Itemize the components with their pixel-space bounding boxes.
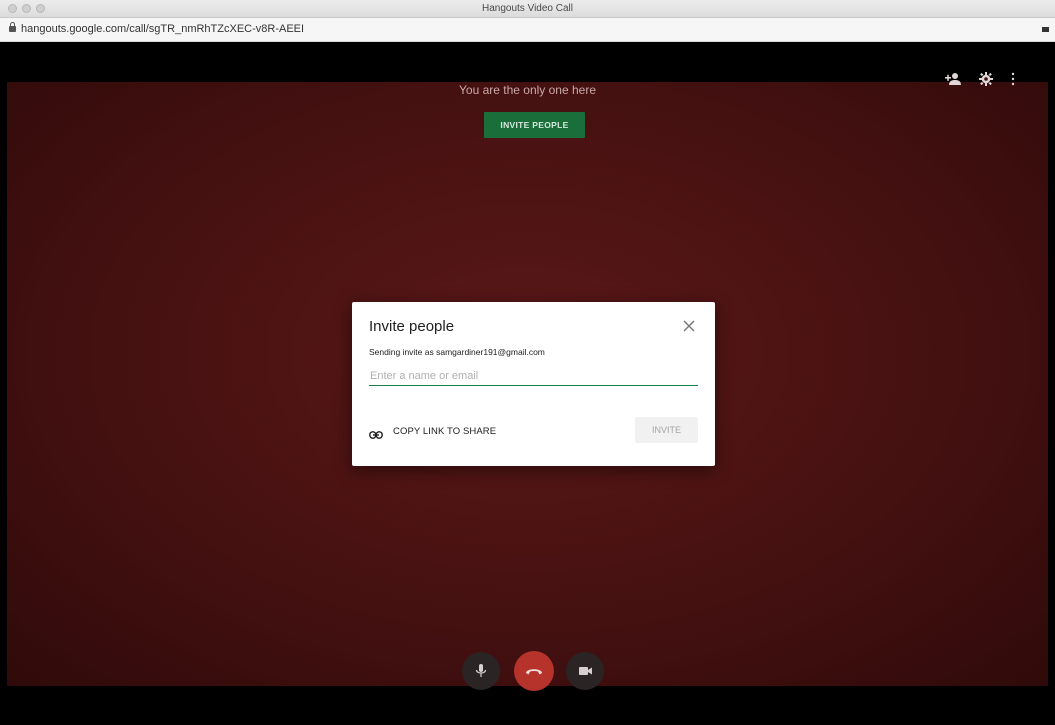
- microphone-icon: [475, 664, 487, 677]
- browser-window: Hangouts Video Call hangouts.google.com/…: [0, 0, 1055, 725]
- url-text[interactable]: hangouts.google.com/call/sgTR_nmRhTZcXEC…: [21, 23, 304, 35]
- dialog-title: Invite people: [369, 318, 455, 335]
- link-icon: [369, 426, 383, 439]
- microphone-button[interactable]: [462, 652, 500, 690]
- window-title: Hangouts Video Call: [482, 3, 573, 14]
- call-top-toolbar: [945, 72, 1025, 88]
- hang-up-button[interactable]: [514, 651, 554, 691]
- call-area: You are the only one here INVITE PEOPLE: [0, 42, 1055, 725]
- sending-as-text: Sending invite as samgardiner191@gmail.c…: [369, 347, 545, 357]
- invite-people-button[interactable]: INVITE PEOPLE: [484, 112, 585, 138]
- invite-people-dialog: Invite people Sending invite as samgardi…: [352, 302, 715, 466]
- call-status-text: You are the only one here: [459, 83, 596, 97]
- copy-link-label: COPY LINK TO SHARE: [393, 426, 497, 437]
- address-bar[interactable]: hangouts.google.com/call/sgTR_nmRhTZcXEC…: [0, 18, 1055, 42]
- camera-button[interactable]: [566, 652, 604, 690]
- extension-icon[interactable]: [1042, 27, 1049, 32]
- hang-up-icon: [526, 669, 542, 675]
- call-controls: [0, 651, 1055, 692]
- camera-icon: [579, 667, 592, 675]
- more-vert-icon[interactable]: [1011, 72, 1015, 90]
- add-person-icon[interactable]: [945, 72, 961, 90]
- gear-icon[interactable]: [979, 72, 993, 90]
- title-bar: Hangouts Video Call: [0, 0, 1055, 18]
- lock-icon: [9, 22, 16, 32]
- name-or-email-input[interactable]: [369, 366, 698, 386]
- invite-button[interactable]: INVITE: [635, 417, 698, 443]
- close-icon[interactable]: [681, 319, 697, 335]
